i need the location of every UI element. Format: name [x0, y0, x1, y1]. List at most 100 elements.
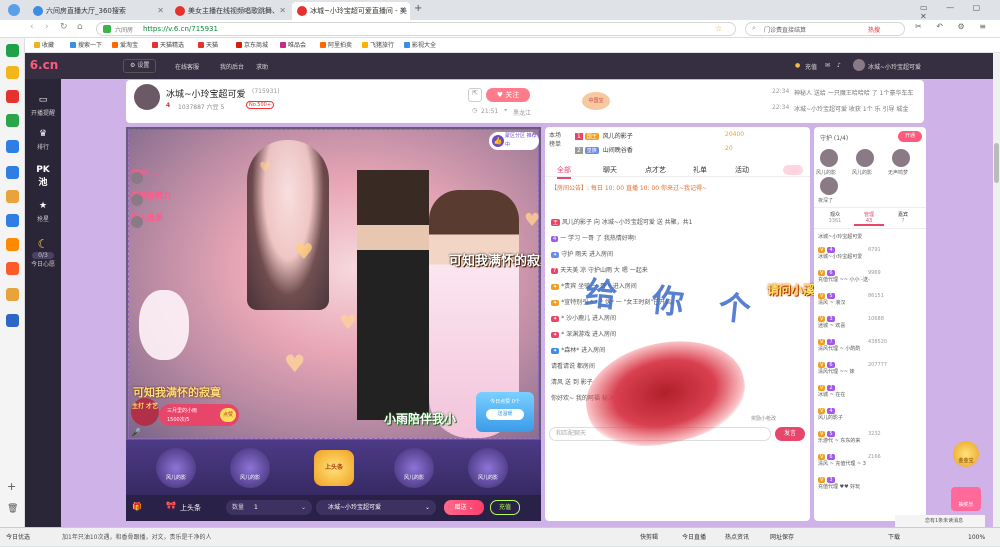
back-icon[interactable]: ‹	[30, 22, 34, 32]
url-text[interactable]: https://v.6.cn/715931	[143, 25, 218, 33]
bookmark-item[interactable]: 飞猪旅行	[362, 38, 394, 53]
guard-member[interactable]	[856, 149, 874, 167]
song-stamp[interactable]: 三月里的小雨 1500次/5 点赞	[159, 404, 239, 426]
list-item[interactable]: V 6 207777 清风代理 ~~ 妹	[818, 362, 922, 385]
gift-slot[interactable]: 风儿的影	[230, 448, 270, 488]
china-treasure-badge[interactable]: 中国宝	[582, 92, 610, 110]
toolbar-icons[interactable]: ✂ ↶ ⚙ ≡	[915, 22, 992, 31]
tab-all[interactable]: 全部	[557, 163, 571, 179]
bookmark-item[interactable]: 收藏	[34, 38, 54, 53]
open-guard-button[interactable]: 开通	[898, 131, 922, 142]
zoom-level[interactable]: 100%	[968, 528, 985, 547]
main-talent-badge[interactable]: 主打 才艺	[131, 398, 159, 426]
tab-chat[interactable]: 聊天	[603, 163, 617, 177]
promo-button[interactable]: 送温暖	[486, 409, 524, 420]
selected-gift[interactable]: 上头条	[180, 503, 201, 513]
sidebar-app-icon[interactable]	[6, 90, 19, 103]
nav-item-pk[interactable]: PK 池	[25, 165, 61, 188]
bookmark-item[interactable]: 京东商城	[236, 38, 268, 53]
sidebar-app-icon[interactable]	[6, 314, 19, 327]
list-item[interactable]: V 7 438520 清风代理 ~ 小酌酌	[818, 339, 922, 362]
list-item[interactable]: V 5 3232 乐游代 ~ 东东的来	[818, 431, 922, 454]
close-icon[interactable]: ✕	[279, 2, 286, 20]
list-item[interactable]: V 6 9969 充值代理 ~~ 小小 -送-	[818, 270, 922, 293]
page-scrollbar[interactable]	[993, 53, 1000, 527]
zone-recommend-badge[interactable]: 👍 蒙区分区 推荐中	[489, 132, 539, 150]
car-icon[interactable]	[783, 165, 803, 175]
list-item[interactable]: V 6 2166 清风 ~ 充值代理 ~ 3	[818, 454, 922, 477]
daily-picks-link[interactable]: 今日优选	[6, 528, 30, 547]
message-icon[interactable]: ✉	[825, 62, 830, 69]
bookmark-item[interactable]: 唯品会	[280, 38, 306, 53]
site-logo[interactable]: 6.cn	[28, 55, 60, 77]
tab-1[interactable]: 六间房直播大厅_360搜索 ✕	[28, 2, 168, 20]
video-stream[interactable]: ♥ ♥ ♥ ♥ ♥ 守护…… 真情话努力 有人话多 👍 蒙区分区 推荐中 可知我…	[128, 129, 541, 439]
status-link[interactable]: 快剪辑	[640, 528, 658, 547]
sidebar-app-icon[interactable]	[6, 288, 19, 301]
headline-gift[interactable]: 上头条	[314, 450, 354, 486]
refresh-icon[interactable]: ↻	[60, 22, 68, 32]
send-gift-button[interactable]: 赠送 ⌄	[444, 500, 484, 515]
anchor-avatar[interactable]	[134, 84, 160, 110]
guard-member[interactable]	[820, 177, 838, 195]
forward-icon[interactable]: ›	[45, 22, 49, 32]
scrollbar-thumb[interactable]	[994, 143, 999, 183]
promo-card[interactable]: 今日点赞 0个 送温暖	[476, 392, 534, 432]
browser-logo-icon[interactable]	[8, 4, 20, 16]
search-input[interactable]: ⌕ 门诊费直接结算 热搜	[745, 22, 905, 36]
close-icon[interactable]: ✕	[157, 2, 164, 20]
sidebar-app-icon[interactable]	[6, 238, 19, 251]
share-icon[interactable]: ⇱	[468, 88, 482, 102]
status-link[interactable]: 网址保存	[770, 528, 794, 547]
tab-guests[interactable]: 嘉宾 7	[888, 211, 918, 224]
bookmark-item[interactable]: 搜索一下	[70, 38, 102, 53]
sidebar-app-icon[interactable]	[6, 262, 19, 275]
reward-chip[interactable]: 奖励小枪改	[751, 415, 803, 426]
nav-item-wish[interactable]: ☾ 0/3 今日心愿	[25, 238, 61, 268]
tab-admin[interactable]: 管理 43	[854, 211, 884, 226]
rank-toggle[interactable]: 本场 榜单	[549, 131, 563, 149]
nav-link-backend[interactable]: 我的后台	[220, 62, 244, 71]
list-item[interactable]: V 3 10688 迷城 ~ 欢喜	[818, 316, 922, 339]
recharge-button[interactable]: 充值	[490, 500, 520, 515]
recharge-link[interactable]: 充值	[805, 62, 817, 71]
settings-button[interactable]: ⚙ 设置	[123, 59, 157, 73]
video-player[interactable]: ♥ ♥ ♥ ♥ ♥ 守护…… 真情话努力 有人话多 👍 蒙区分区 推荐中 可知我…	[126, 127, 541, 521]
bookmark-item[interactable]: 爱淘宝	[112, 38, 138, 53]
gold-treasure-button[interactable]: 金金宝	[953, 441, 979, 467]
list-item[interactable]: V 2 冰城 ~ 在在	[818, 385, 922, 408]
gift-slot[interactable]: 风儿的影	[468, 448, 508, 488]
bookmark-item[interactable]: 天猫	[198, 38, 218, 53]
star-icon[interactable]: ☆	[715, 24, 722, 33]
tab-3-active[interactable]: 冰城~小玲宝超可爱直播间 - 美 ✕	[292, 2, 410, 20]
list-item[interactable]: V 4 6791 冰城~小玲宝超可爱	[818, 247, 922, 270]
guard-avatar[interactable]	[131, 194, 143, 206]
gift-box-icon[interactable]: 🎁	[132, 502, 142, 511]
window-controls[interactable]: ▭ — ▢ ✕	[920, 3, 1000, 21]
guard-member[interactable]	[820, 149, 838, 167]
sidebar-app-icon[interactable]	[6, 66, 19, 79]
news-ticker[interactable]: 加1年只油10次遇，和香骨跟播，对文，贵乐是千净的人	[62, 528, 211, 547]
mic-icon[interactable]: 🎤	[131, 428, 141, 437]
list-item[interactable]: V 5 86151 清风 ~ 浪汉	[818, 293, 922, 316]
nav-item-star[interactable]: ★ 抢星	[25, 201, 61, 223]
status-link[interactable]: 今日直播	[682, 528, 706, 547]
avatar[interactable]	[853, 59, 865, 71]
status-link[interactable]: 热点资讯	[725, 528, 749, 547]
add-icon[interactable]: +	[7, 480, 16, 493]
bookmark-item[interactable]: 天猫精选	[152, 38, 184, 53]
tab-events[interactable]: 活动	[735, 163, 749, 177]
chat-send-button[interactable]: 发言	[775, 427, 805, 441]
guard-member[interactable]	[892, 149, 910, 167]
like-button[interactable]: 点赞	[220, 408, 236, 422]
user-name[interactable]: 冰城~小玲宝超可爱	[868, 62, 921, 71]
trash-icon[interactable]: 🗑	[7, 504, 18, 514]
tab-talent[interactable]: 点才艺	[645, 163, 666, 177]
sidebar-app-icon[interactable]	[6, 190, 19, 203]
home-icon[interactable]: ⌂	[77, 22, 83, 32]
nav-link-help[interactable]: 求助	[256, 62, 268, 71]
bookmark-item[interactable]: 阿里拍卖	[320, 38, 352, 53]
unread-message-chip[interactable]: 恋有1条未读消息	[895, 515, 985, 527]
nav-item-remind[interactable]: ▭ 开播提醒	[25, 95, 61, 117]
tab-audience[interactable]: 观众 3361	[820, 211, 850, 224]
